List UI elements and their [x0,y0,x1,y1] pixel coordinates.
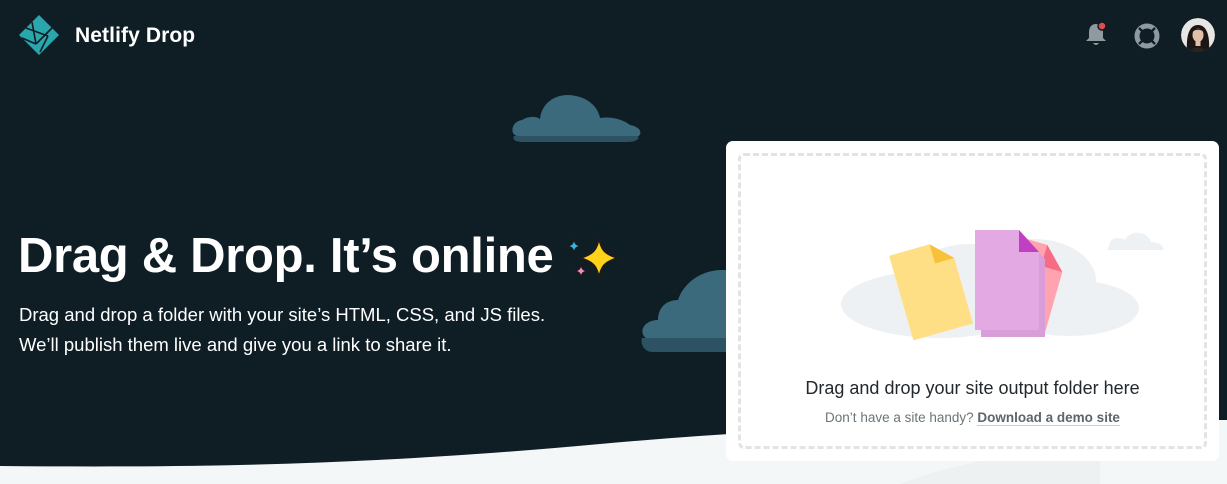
hero-title: Drag & Drop. It’s online [18,229,554,283]
cloud-behind-card [641,270,740,352]
bell-icon[interactable] [1083,20,1109,48]
hero-line-1: Drag and drop a folder with your site’s … [19,304,546,325]
brand-name[interactable]: Netlify Drop [75,24,195,48]
drop-zone[interactable]: Drag and drop your site output folder he… [738,153,1207,449]
netlify-logo-icon[interactable] [18,14,60,56]
download-demo-link[interactable]: Download a demo site [977,410,1120,426]
cloud-top [512,94,641,142]
demo-prompt: Don’t have a site handy? [825,410,974,425]
files-illustration [841,230,1164,341]
drop-card: Drag and drop your site output folder he… [726,141,1219,461]
top-header: Netlify Drop [0,0,1227,72]
sparkles-icon [565,234,621,282]
lifebuoy-icon[interactable] [1134,22,1160,50]
user-avatar[interactable] [1181,18,1215,52]
hero-description: Drag and drop a folder with your site’s … [19,300,545,360]
drop-instruction: Drag and drop your site output folder he… [805,378,1140,398]
notification-dot [1097,21,1107,31]
hero-line-2: We’ll publish them live and give you a l… [19,334,452,355]
demo-line: Don’t have a site handy? Download a demo… [741,410,1204,426]
